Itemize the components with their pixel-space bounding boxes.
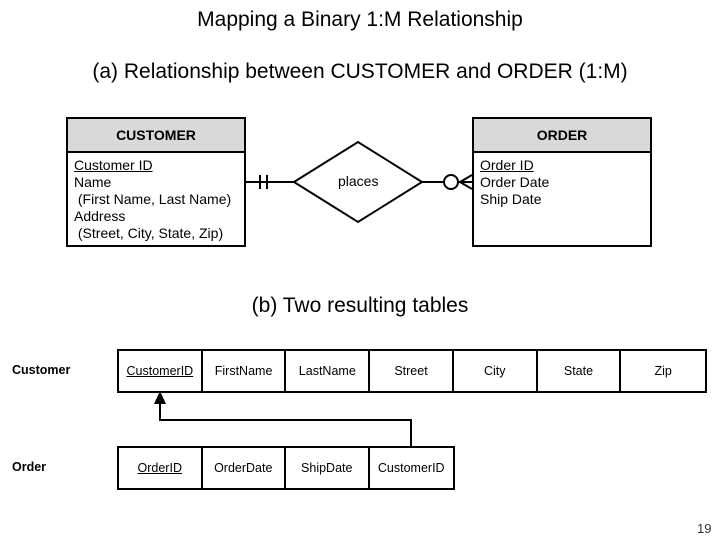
foreign-key-arrow-line [159,400,412,447]
customer-column: LastName [286,351,371,391]
order-attr-key: Order ID [480,157,534,173]
customer-attr: Name [74,174,112,190]
order-attr: Order Date [480,174,550,190]
order-entity-attributes: Order ID Order Date Ship Date [474,153,650,212]
customer-column: Zip [654,364,672,378]
customer-column: State [538,351,622,391]
customer-column: City [454,351,538,391]
page-number: 19 [697,521,712,536]
customer-entity: CUSTOMER Customer ID Name (First Name, L… [66,117,246,247]
customer-attr: (First Name, Last Name) [74,191,232,207]
order-attr: Ship Date [480,191,542,207]
order-table: OrderID OrderDate ShipDate CustomerID [117,446,455,490]
customer-attr-key: Customer ID [74,157,153,173]
order-entity: ORDER Order ID Order Date Ship Date [472,117,652,247]
order-column: OrderDate [203,448,286,488]
customer-table-label: Customer [12,363,71,377]
order-column-pk: OrderID [119,448,203,488]
order-column-fk: CustomerID [377,461,445,475]
cardinality-zero-circle [443,174,459,190]
customer-entity-header: CUSTOMER [68,119,244,153]
order-table-label: Order [12,460,47,474]
customer-column: Street [370,351,454,391]
crowsfoot-upper [459,174,473,183]
customer-column-pk: CustomerID [119,351,203,391]
customer-entity-attributes: Customer ID Name (First Name, Last Name)… [68,153,244,246]
customer-column: FirstName [203,351,287,391]
customer-attr: Address [74,208,126,224]
customer-table: CustomerID FirstName LastName Street Cit… [117,349,707,393]
order-column: ShipDate [286,448,370,488]
crowsfoot-lower [459,181,473,190]
section-b-heading: (b) Two resulting tables [251,294,469,317]
customer-attr: (Street, City, State, Zip) [74,225,224,241]
order-entity-header: ORDER [474,119,650,153]
relationship-label: places [338,173,379,189]
